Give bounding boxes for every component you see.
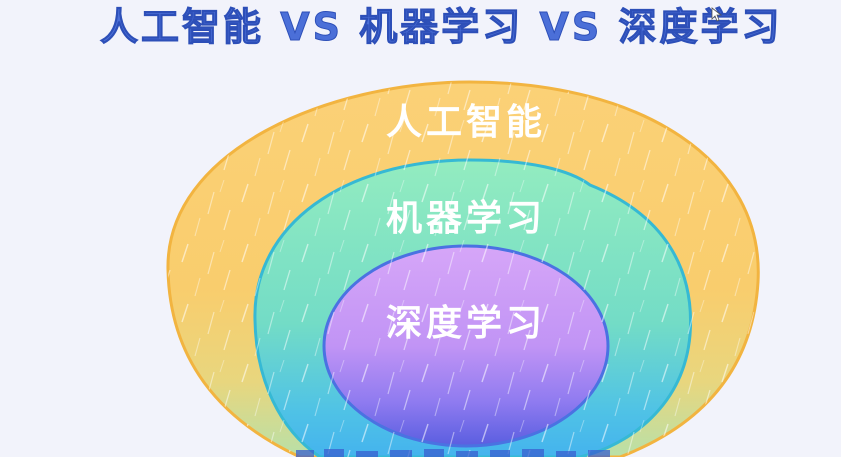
venn-diagram: 人工智能 机器学习 深度学习 [166, 7, 760, 457]
region-inner-label: 深度学习 [386, 302, 546, 344]
cropped-caption [296, 449, 610, 457]
region-outer-label: 人工智能 [386, 102, 546, 143]
cursor-arrow-icon [711, 7, 723, 22]
region-middle-label: 机器学习 [386, 197, 546, 239]
slide: 人工智能 VS 机器学习 VS 深度学习 人工智能 机器学习 深度学习 [0, 0, 841, 457]
